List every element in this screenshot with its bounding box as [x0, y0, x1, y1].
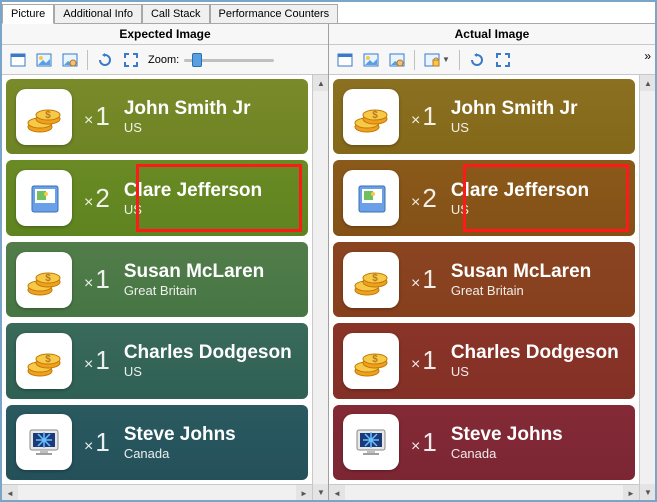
- expected-viewport: $×1John Smith JrUS×2Clare JeffersonUS$×1…: [2, 75, 328, 500]
- person-country: US: [124, 364, 292, 379]
- list-item[interactable]: ×2 Clare JeffersonUS: [333, 160, 635, 235]
- quantity: ×1: [411, 101, 437, 132]
- quantity: ×2: [84, 183, 110, 214]
- picture-lock-dropdown-icon[interactable]: ▼: [420, 49, 454, 71]
- svg-text:$: $: [372, 354, 378, 365]
- scrollbar-vertical[interactable]: ▲▼: [312, 75, 328, 500]
- actual-viewport: $×1John Smith JrUS×2Clare JeffersonUS$×1…: [329, 75, 655, 500]
- quantity: ×1: [84, 345, 110, 376]
- fit-icon[interactable]: [491, 49, 515, 71]
- picture-hand-icon[interactable]: [385, 49, 409, 71]
- person-country: Great Britain: [124, 283, 264, 298]
- actual-toolbar: ▼ »: [329, 45, 655, 75]
- window-icon[interactable]: [6, 49, 30, 71]
- person-country: US: [451, 364, 619, 379]
- expected-title: Expected Image: [2, 24, 328, 45]
- coins-icon: $: [16, 252, 72, 308]
- zoom-slider[interactable]: [184, 52, 274, 68]
- actual-list: $×1John Smith JrUS×2Clare JeffersonUS$×1…: [333, 79, 635, 480]
- toolbar-separator: [87, 50, 88, 70]
- tab-picture[interactable]: Picture: [2, 4, 54, 24]
- quantity: ×1: [411, 264, 437, 295]
- person-country: US: [451, 120, 578, 135]
- person-name: Steve Johns: [124, 424, 236, 446]
- list-item[interactable]: ×2 Clare JeffersonUS: [6, 160, 308, 235]
- scrollbar-horizontal[interactable]: ◄►: [2, 484, 312, 500]
- list-item[interactable]: $ ×1 Charles DodgesonUS: [333, 323, 635, 398]
- person-name: Susan McLaren: [451, 261, 591, 283]
- list-item[interactable]: $ ×1 Charles DodgesonUS: [6, 323, 308, 398]
- list-item[interactable]: ×1 Steve JohnsCanada: [6, 405, 308, 480]
- expected-list: $×1John Smith JrUS×2Clare JeffersonUS$×1…: [6, 79, 308, 480]
- quantity: ×1: [84, 264, 110, 295]
- actual-pane: Actual Image ▼ » $×1John Smith JrUS×2Cla…: [329, 24, 655, 500]
- quantity: ×1: [411, 427, 437, 458]
- coins-icon: $: [343, 89, 399, 145]
- picture-icon[interactable]: [359, 49, 383, 71]
- toolbar-separator: [414, 50, 415, 70]
- svg-text:$: $: [372, 110, 378, 121]
- list-item[interactable]: $ ×1 John Smith JrUS: [333, 79, 635, 154]
- quantity: ×2: [411, 183, 437, 214]
- person-name: Clare Jefferson: [451, 180, 589, 202]
- person-country: Canada: [124, 446, 236, 461]
- list-item[interactable]: $ ×1 Susan McLarenGreat Britain: [333, 242, 635, 317]
- coins-icon: $: [343, 333, 399, 389]
- picture-hand-icon[interactable]: [58, 49, 82, 71]
- overflow-chevron-icon[interactable]: »: [644, 49, 651, 63]
- monitor-icon: [16, 414, 72, 470]
- tab-additional-info[interactable]: Additional Info: [54, 4, 142, 23]
- zoom-label: Zoom:: [148, 54, 179, 66]
- quantity: ×1: [84, 101, 110, 132]
- toolbar-separator: [459, 50, 460, 70]
- refresh-icon[interactable]: [465, 49, 489, 71]
- person-country: US: [124, 120, 251, 135]
- svg-text:$: $: [45, 273, 51, 284]
- person-name: Charles Dodgeson: [124, 342, 292, 364]
- expected-toolbar: Zoom:: [2, 45, 328, 75]
- person-name: Charles Dodgeson: [451, 342, 619, 364]
- tab-bar: Picture Additional Info Call Stack Perfo…: [2, 2, 655, 24]
- fit-icon[interactable]: [119, 49, 143, 71]
- person-country: Great Britain: [451, 283, 591, 298]
- person-name: Clare Jefferson: [124, 180, 262, 202]
- svg-text:$: $: [45, 354, 51, 365]
- list-item[interactable]: ×1 Steve JohnsCanada: [333, 405, 635, 480]
- coins-icon: $: [343, 252, 399, 308]
- quantity: ×1: [84, 427, 110, 458]
- list-item[interactable]: $ ×1 John Smith JrUS: [6, 79, 308, 154]
- list-item[interactable]: $ ×1 Susan McLarenGreat Britain: [6, 242, 308, 317]
- svg-text:$: $: [45, 110, 51, 121]
- person-name: Susan McLaren: [124, 261, 264, 283]
- quantity: ×1: [411, 345, 437, 376]
- person-name: Steve Johns: [451, 424, 563, 446]
- expected-pane: Expected Image Zoom: $×1John Smith JrUS×…: [2, 24, 329, 500]
- person-name: John Smith Jr: [124, 98, 251, 120]
- coins-icon: $: [16, 89, 72, 145]
- person-country: Canada: [451, 446, 563, 461]
- person-country: US: [451, 202, 589, 217]
- svg-text:$: $: [372, 273, 378, 284]
- scrollbar-vertical[interactable]: ▲▼: [639, 75, 655, 500]
- book-icon: [16, 170, 72, 226]
- split-view: Expected Image Zoom: $×1John Smith JrUS×…: [2, 24, 655, 500]
- person-name: John Smith Jr: [451, 98, 578, 120]
- coins-icon: $: [16, 333, 72, 389]
- tab-performance-counters[interactable]: Performance Counters: [210, 4, 339, 23]
- window-icon[interactable]: [333, 49, 357, 71]
- refresh-icon[interactable]: [93, 49, 117, 71]
- tab-call-stack[interactable]: Call Stack: [142, 4, 210, 23]
- scrollbar-horizontal[interactable]: ◄►: [329, 484, 639, 500]
- actual-title: Actual Image: [329, 24, 655, 45]
- picture-icon[interactable]: [32, 49, 56, 71]
- monitor-icon: [343, 414, 399, 470]
- book-icon: [343, 170, 399, 226]
- person-country: US: [124, 202, 262, 217]
